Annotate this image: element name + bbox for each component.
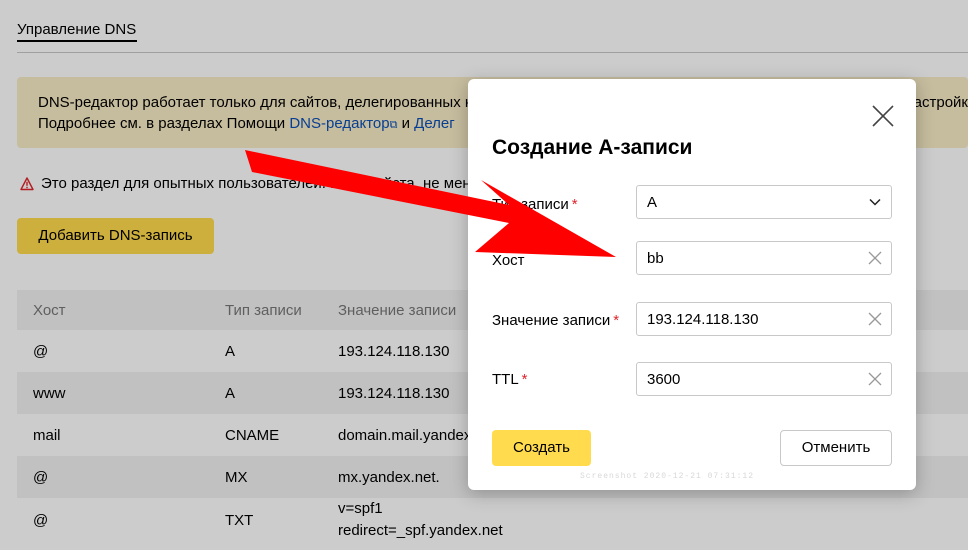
create-a-record-dialog: Создание А-записи Тип записи * A Хост bb … xyxy=(468,79,916,490)
record-type-select[interactable]: A xyxy=(636,185,892,219)
required-mark: * xyxy=(571,196,578,213)
record-type-value: A xyxy=(647,193,658,211)
record-value-input[interactable]: 193.124.118.130 xyxy=(636,302,892,336)
close-icon[interactable] xyxy=(870,103,896,129)
clear-icon[interactable] xyxy=(859,242,891,274)
required-mark: * xyxy=(613,312,620,329)
required-mark: * xyxy=(521,371,528,388)
create-button[interactable]: Создать xyxy=(492,430,591,466)
clear-icon[interactable] xyxy=(859,363,891,395)
ttl-value: 3600 xyxy=(647,370,681,388)
ttl-label: TTL * xyxy=(492,371,528,388)
record-type-label: Тип записи * xyxy=(492,196,578,213)
dialog-title: Создание А-записи xyxy=(492,136,693,159)
cancel-button[interactable]: Отменить xyxy=(780,430,892,466)
screenshot-watermark: Screenshot 2020-12-21 07:31:12 xyxy=(580,472,755,481)
clear-icon[interactable] xyxy=(859,303,891,335)
record-value-label: Значение записи * xyxy=(492,312,620,329)
chevron-down-icon xyxy=(859,186,891,218)
ttl-input[interactable]: 3600 xyxy=(636,362,892,396)
host-label: Хост xyxy=(492,252,525,269)
record-value-value: 193.124.118.130 xyxy=(647,310,759,328)
host-input[interactable]: bb xyxy=(636,241,892,275)
host-value: bb xyxy=(647,249,664,267)
